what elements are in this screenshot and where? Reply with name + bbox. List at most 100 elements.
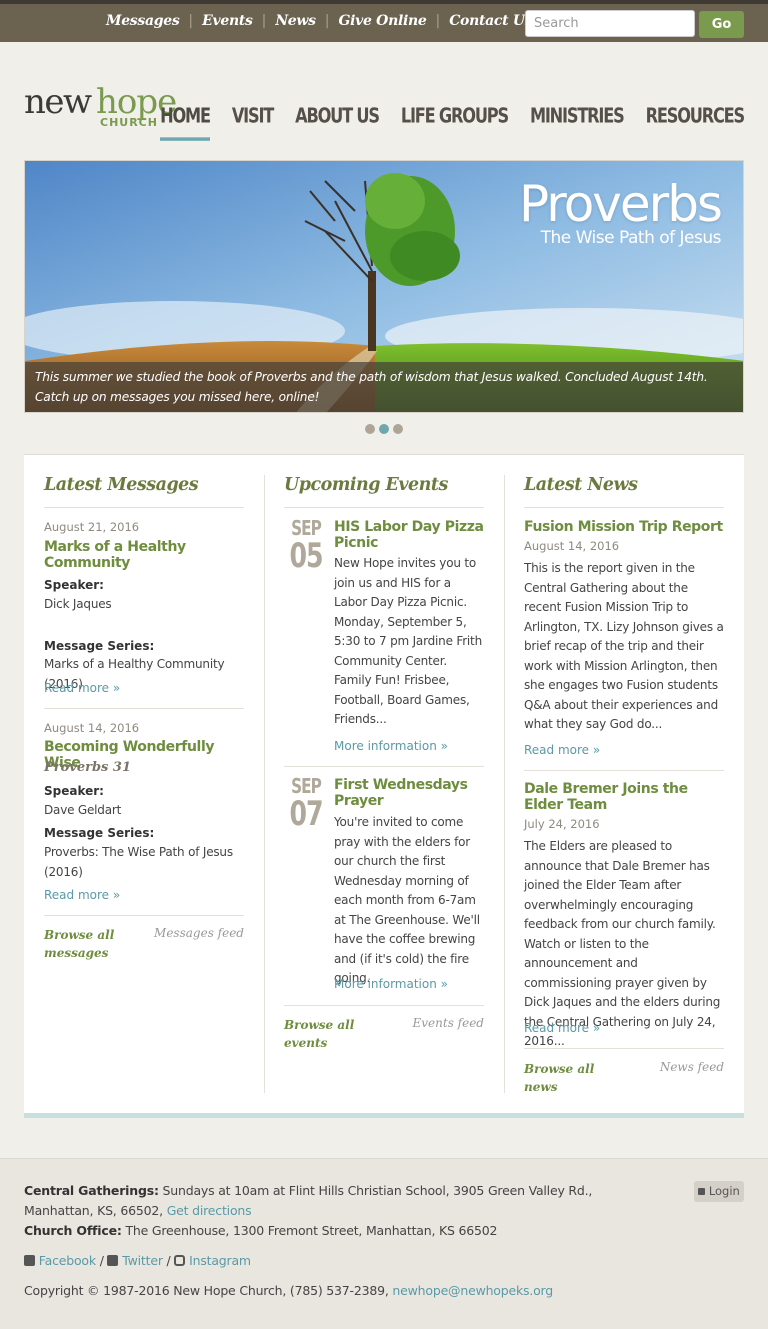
message-date: August 21, 2016 bbox=[44, 520, 140, 534]
event-title[interactable]: HIS Labor Day Pizza Picnic bbox=[334, 519, 484, 551]
nav-separator: | bbox=[261, 13, 267, 29]
read-more-link[interactable]: Read more » bbox=[44, 888, 120, 902]
message-passage: Proverbs 31 bbox=[44, 760, 131, 775]
divider bbox=[284, 766, 484, 767]
nav-separator: | bbox=[188, 13, 194, 29]
news-title[interactable]: Dale Bremer Joins the Elder Team bbox=[524, 781, 724, 813]
latest-news-heading: Latest News bbox=[524, 475, 724, 508]
divider bbox=[44, 708, 244, 709]
speaker-name: Dick Jaques bbox=[44, 597, 112, 611]
read-more-link[interactable]: Read more » bbox=[524, 1021, 600, 1035]
office-text: The Greenhouse, 1300 Fremont Street, Man… bbox=[125, 1223, 498, 1238]
search-go-button[interactable]: Go bbox=[699, 11, 744, 38]
message-title[interactable]: Marks of a Healthy Community bbox=[44, 539, 224, 571]
main-nav-resources[interactable]: RESOURCES bbox=[646, 104, 746, 141]
slider-dot-1[interactable] bbox=[365, 424, 375, 434]
speaker-label: Speaker: bbox=[44, 784, 104, 798]
main-nav-visit[interactable]: VISIT bbox=[232, 104, 275, 141]
column-divider bbox=[504, 475, 505, 1093]
divider bbox=[524, 770, 724, 771]
lock-icon bbox=[698, 1188, 706, 1195]
series-name: Proverbs: The Wise Path of Jesus (2016) bbox=[44, 845, 233, 879]
gatherings-label: Central Gatherings: bbox=[24, 1183, 159, 1198]
browse-all-events-link[interactable]: Browse all events bbox=[284, 1016, 384, 1052]
nav-link-news[interactable]: News bbox=[275, 13, 316, 29]
logo-new: new bbox=[24, 82, 92, 122]
speaker-name: Dave Geldart bbox=[44, 803, 122, 817]
copyright: Copyright © 1987-2016 New Hope Church, (… bbox=[24, 1283, 553, 1298]
more-information-link[interactable]: More information » bbox=[334, 977, 448, 991]
latest-news-column: Latest News Fusion Mission Trip Report A… bbox=[524, 455, 724, 1095]
more-information-link[interactable]: More information » bbox=[334, 739, 448, 753]
upcoming-events-column: Upcoming Events SEP 05 HIS Labor Day Piz… bbox=[284, 455, 484, 1095]
latest-messages-column: Latest Messages August 21, 2016 Marks of… bbox=[44, 455, 244, 1095]
login-button[interactable]: Login bbox=[694, 1181, 744, 1202]
gatherings-info: Central Gatherings: Sundays at 10am at F… bbox=[24, 1183, 592, 1198]
slider-dots bbox=[365, 424, 407, 434]
top-bar: Messages | Events | News | Give Online |… bbox=[0, 0, 768, 42]
office-info: Church Office: The Greenhouse, 1300 Frem… bbox=[24, 1223, 497, 1238]
main-nav-about-us[interactable]: ABOUT US bbox=[295, 104, 380, 141]
event-description: You're invited to come pray with the eld… bbox=[334, 815, 480, 985]
gatherings-text: Sundays at 10am at Flint Hills Christian… bbox=[162, 1183, 593, 1198]
events-feed-link[interactable]: Events feed bbox=[384, 1016, 485, 1030]
news-date: August 14, 2016 bbox=[524, 539, 620, 553]
news-feed-link[interactable]: News feed bbox=[624, 1060, 724, 1074]
nav-link-messages[interactable]: Messages bbox=[106, 13, 180, 29]
divider bbox=[284, 1005, 484, 1006]
search-input[interactable] bbox=[525, 10, 695, 37]
main-nav-life-groups[interactable]: LIFE GROUPS bbox=[401, 104, 509, 141]
office-label: Church Office: bbox=[24, 1223, 122, 1238]
read-more-link[interactable]: Read more » bbox=[524, 743, 600, 757]
browse-all-messages-link[interactable]: Browse all messages bbox=[44, 926, 144, 962]
nav-link-give-online[interactable]: Give Online bbox=[338, 13, 426, 29]
event-day: 05 bbox=[289, 535, 323, 576]
news-excerpt: This is the report given in the Central … bbox=[524, 561, 724, 731]
nav-separator: | bbox=[435, 13, 441, 29]
twitter-icon bbox=[107, 1255, 119, 1266]
browse-all-news-link[interactable]: Browse all news bbox=[524, 1060, 624, 1096]
event-description: New Hope invites you to join us and HIS … bbox=[334, 556, 482, 726]
latest-messages-heading: Latest Messages bbox=[44, 475, 244, 508]
slider-dot-2[interactable] bbox=[379, 424, 389, 434]
instagram-link[interactable]: Instagram bbox=[189, 1253, 251, 1268]
speaker-label: Speaker: bbox=[44, 578, 104, 592]
gatherings-text-2: Manhattan, KS, 66502, bbox=[24, 1203, 163, 1218]
series-label: Message Series: bbox=[44, 826, 155, 840]
series-label: Message Series: bbox=[44, 639, 155, 653]
news-title[interactable]: Fusion Mission Trip Report bbox=[524, 519, 724, 535]
social-links: Facebook / Twitter / Instagram bbox=[24, 1253, 251, 1268]
utility-nav: Messages | Events | News | Give Online |… bbox=[106, 13, 533, 29]
facebook-link[interactable]: Facebook bbox=[39, 1253, 96, 1268]
get-directions-link[interactable]: Get directions bbox=[167, 1203, 252, 1218]
nav-separator: | bbox=[324, 13, 330, 29]
hero-caption: This summer we studied the book of Prove… bbox=[25, 362, 743, 412]
main-nav-ministries[interactable]: MINISTRIES bbox=[530, 104, 625, 141]
event-date-badge: SEP 05 bbox=[284, 517, 328, 575]
gatherings-info-line2: Manhattan, KS, 66502, Get directions bbox=[24, 1203, 252, 1218]
main-nav: HOME VISIT ABOUT US LIFE GROUPS MINISTRI… bbox=[138, 104, 745, 141]
message-date: August 14, 2016 bbox=[44, 721, 140, 735]
instagram-icon bbox=[174, 1255, 186, 1266]
email-link[interactable]: newhope@newhopeks.org bbox=[392, 1283, 553, 1298]
divider bbox=[524, 1048, 724, 1049]
event-title[interactable]: First Wednesdays Prayer bbox=[334, 777, 484, 809]
content-panel: Latest Messages August 21, 2016 Marks of… bbox=[24, 454, 744, 1118]
read-more-link[interactable]: Read more » bbox=[44, 681, 120, 695]
event-day: 07 bbox=[289, 793, 323, 834]
messages-feed-link[interactable]: Messages feed bbox=[144, 926, 244, 940]
login-label: Login bbox=[708, 1184, 740, 1198]
nav-link-contact-us[interactable]: Contact Us bbox=[449, 13, 532, 29]
main-nav-home[interactable]: HOME bbox=[160, 104, 211, 141]
twitter-link[interactable]: Twitter bbox=[122, 1253, 163, 1268]
hero-slider[interactable]: Proverbs The Wise Path of Jesus This sum… bbox=[24, 160, 744, 413]
upcoming-events-heading: Upcoming Events bbox=[284, 475, 484, 508]
column-divider bbox=[264, 475, 265, 1093]
news-excerpt: The Elders are pleased to announce that … bbox=[524, 839, 721, 1048]
slider-dot-3[interactable] bbox=[393, 424, 403, 434]
hero-title: Proverbs bbox=[518, 175, 723, 233]
news-date: July 24, 2016 bbox=[524, 817, 600, 831]
nav-link-events[interactable]: Events bbox=[202, 13, 253, 29]
site-footer: Central Gatherings: Sundays at 10am at F… bbox=[0, 1158, 768, 1329]
copyright-text: Copyright © 1987-2016 New Hope Church, (… bbox=[24, 1283, 389, 1298]
